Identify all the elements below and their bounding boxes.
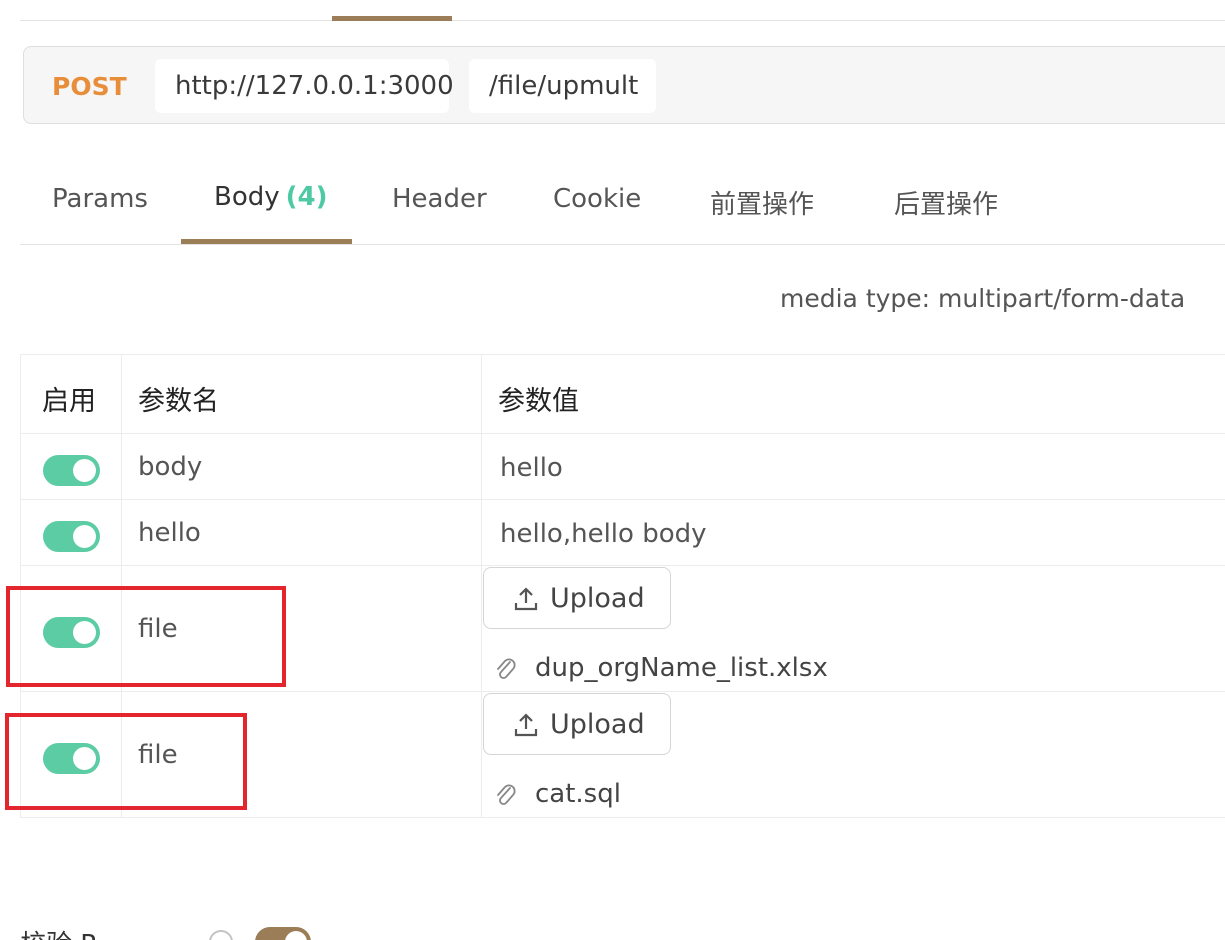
paperclip-icon [497, 784, 516, 805]
param-name-row-2[interactable]: hello [138, 518, 201, 548]
tab-body[interactable]: Body (4) [214, 182, 328, 212]
top-tab-active-indicator [332, 16, 452, 21]
top-tab-divider [20, 20, 1225, 21]
row-divider [21, 565, 1225, 566]
media-type-label[interactable]: media type: multipart/form-data [780, 284, 1185, 313]
row-divider [21, 499, 1225, 500]
active-tab-underline [181, 239, 352, 244]
upload-icon [514, 713, 538, 737]
highlight-box [6, 586, 286, 687]
column-header-value: 参数值 [498, 386, 579, 417]
api-request-editor: POST http://127.0.0.1:3000 /file/upmult … [0, 0, 1225, 940]
upload-button-row-3[interactable]: Upload [483, 567, 671, 629]
path-input[interactable]: /file/upmult [469, 59, 656, 113]
method-selector[interactable]: POST [52, 72, 127, 101]
highlight-box [5, 713, 247, 810]
toggle-knob [73, 459, 96, 482]
attached-file-name-row-4[interactable]: cat.sql [535, 779, 621, 809]
upload-label: Upload [550, 583, 645, 614]
upload-button-row-4[interactable]: Upload [483, 693, 671, 755]
upload-label: Upload [550, 709, 645, 740]
param-value-row-2[interactable]: hello,hello body [500, 519, 707, 549]
enable-toggle-row-2[interactable] [43, 521, 100, 552]
param-name-row-1[interactable]: body [138, 452, 202, 482]
row-divider [21, 433, 1225, 434]
host-chip[interactable]: http://127.0.0.1:3000 [155, 59, 454, 113]
upload-icon [514, 587, 538, 611]
tab-header[interactable]: Header [392, 184, 487, 214]
tab-params[interactable]: Params [52, 184, 148, 214]
request-tabs: Params Body (4) Header Cookie 前置操作 后置操作 [20, 170, 1225, 246]
tab-body-count: (4) [285, 182, 328, 212]
enable-toggle-row-1[interactable] [43, 455, 100, 486]
row-divider [21, 691, 1225, 692]
tab-post-operations[interactable]: 后置操作 [894, 184, 998, 221]
validate-response-toggle[interactable] [255, 927, 311, 940]
help-icon[interactable] [209, 930, 233, 940]
tab-body-label: Body [214, 182, 280, 212]
column-header-enabled: 启用 [42, 386, 96, 417]
tab-cookie[interactable]: Cookie [553, 184, 641, 214]
column-divider [481, 355, 482, 817]
toggle-knob [73, 525, 96, 548]
tabs-divider [20, 244, 1225, 245]
tab-pre-operations[interactable]: 前置操作 [710, 184, 814, 221]
toggle-knob [285, 931, 307, 940]
param-value-row-1[interactable]: hello [500, 453, 563, 483]
validate-response-label: 校验 R [20, 924, 98, 940]
column-header-name: 参数名 [138, 386, 219, 417]
paperclip-icon [497, 658, 516, 679]
url-bar: POST http://127.0.0.1:3000 /file/upmult [23, 46, 1225, 124]
attached-file-name-row-3[interactable]: dup_orgName_list.xlsx [535, 653, 828, 683]
